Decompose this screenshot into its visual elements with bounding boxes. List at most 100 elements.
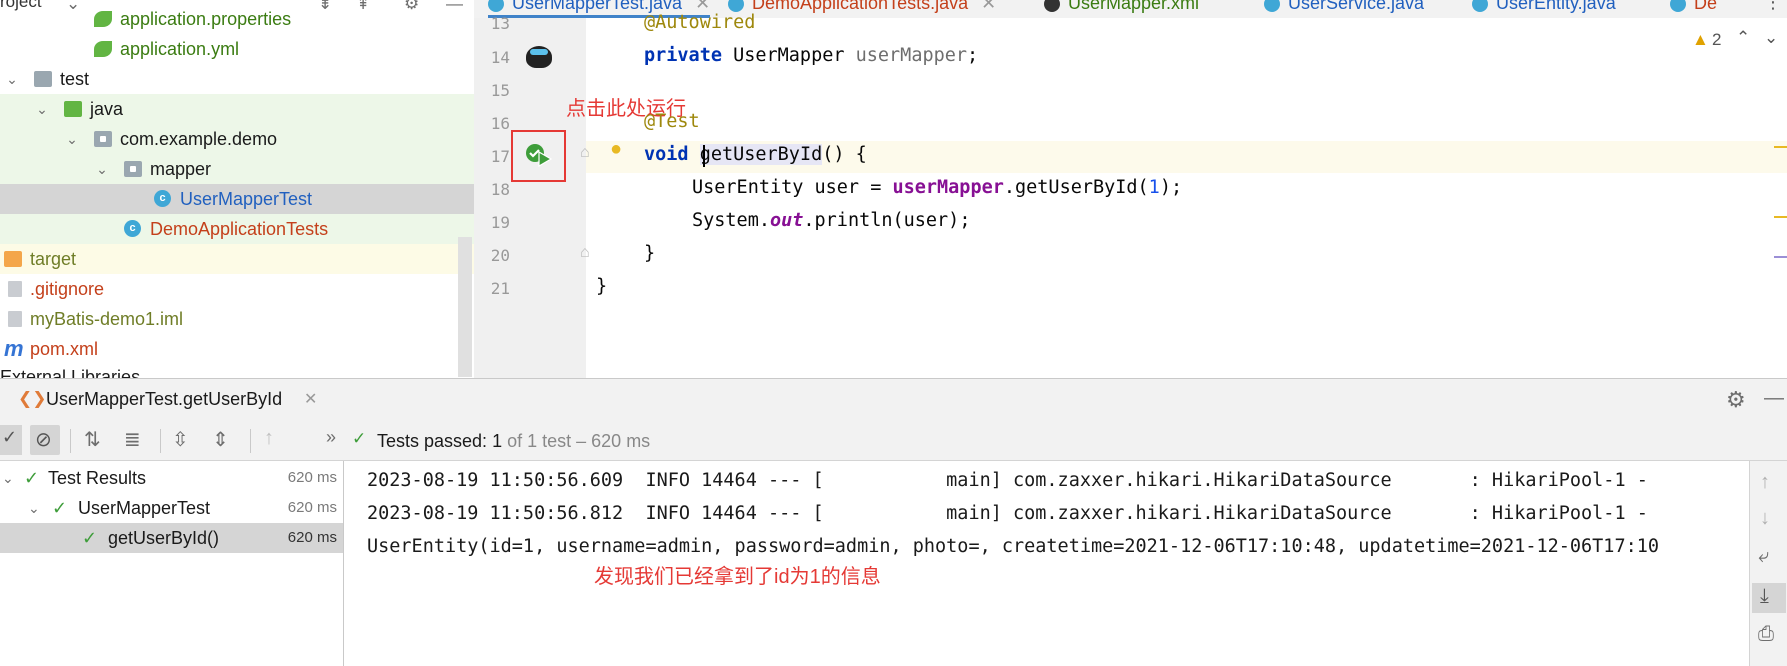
chevron-down-icon[interactable]: ⌄ [94,154,110,184]
tests-status: Tests passed: 1 of 1 test – 620 ms [377,431,650,452]
show-ignored-toggle[interactable]: ⊘ [30,425,60,455]
project-scrollbar[interactable] [458,237,472,377]
tree-item-pom[interactable]: m pom.xml [0,334,474,364]
expand-all-icon[interactable]: ⇳ [172,427,189,452]
package-icon [94,131,112,147]
show-passed-toggle[interactable]: ✓ [0,425,22,455]
warning-count[interactable]: 2 [1712,30,1721,50]
console-line: 2023-08-19 11:50:56.609 INFO 14464 --- [… [367,470,1648,491]
code-editor[interactable] [586,18,1787,378]
line-number: 18 [490,180,510,199]
stripe-marker[interactable] [1774,256,1787,258]
tree-item-label: com.example.demo [120,129,278,149]
spring-leaf-icon [94,41,112,57]
tab-label: DemoApplicationTests.java [752,0,969,13]
sort-duration-icon[interactable]: ≣ [124,427,141,452]
tree-item-com-example-demo[interactable]: ⌄ com.example.demo [0,124,474,154]
toolbar-separator [160,429,161,453]
tree-item-label: test [60,69,90,89]
tab-label: De [1694,0,1718,13]
code-line-21: } [596,276,607,297]
text-caret [703,145,705,167]
code-line-14: private UserMapper userMapper; [644,45,978,66]
close-icon[interactable]: ✕ [981,0,996,13]
tree-item-label: External Libraries [0,367,141,378]
tree-item-label: application.properties [120,9,292,29]
chevron-down-icon[interactable]: ⌄ [64,124,80,154]
soft-wrap-icon[interactable]: ⤶ [1758,545,1769,568]
tab-userservice-java[interactable]: UserService.java [1264,0,1424,18]
run-tab-label[interactable]: UserMapperTest.getUserById [46,389,282,410]
result-annotation: 发现我们已经拿到了id为1的信息 [594,566,881,588]
lightbulb-icon[interactable]: ● [610,138,622,161]
tree-item-demoapplicationtests[interactable]: c DemoApplicationTests [0,214,474,244]
minimize-icon[interactable]: — [1764,387,1784,410]
excluded-folder-icon [4,251,22,267]
tree-item-test[interactable]: ⌄ test [0,64,474,94]
tree-item-usermappertest[interactable]: c UserMapperTest [0,184,474,214]
java-class-icon [1264,0,1280,13]
mybatis-bird-icon[interactable] [526,46,552,68]
up-arrow-icon[interactable]: ↑ [1760,471,1770,494]
result-time: 620 ms [287,469,337,486]
tree-item-application-properties[interactable]: application.properties [0,4,474,34]
result-method[interactable]: ✓ getUserById() 620 ms [0,523,343,553]
tab-demoapplicationtests-java[interactable]: DemoApplicationTests.java ✕ [728,0,996,18]
print-icon[interactable]: ⎙ [1758,623,1774,646]
stripe-marker[interactable] [1774,146,1787,148]
result-label: Test Results [48,468,147,488]
tab-usermapper-xml[interactable]: UserMapper.xml [1044,0,1199,18]
scroll-to-end-toggle[interactable]: ⤓ [1752,583,1786,613]
fold-icon[interactable]: ⌂ [580,244,590,262]
tree-item-gitignore[interactable]: .gitignore [0,274,474,304]
sort-alpha-icon[interactable]: ⇅ [84,427,101,452]
line-number: 20 [490,246,510,265]
tree-item-java[interactable]: ⌄ java [0,94,474,124]
field-token: userMapper [855,45,968,66]
collapse-all-icon[interactable]: ⇕ [212,427,229,452]
result-class[interactable]: ⌄ ✓ UserMapperTest 620 ms [0,493,343,523]
previous-failed-icon[interactable]: ↑ [264,427,274,450]
tree-item-mapper[interactable]: ⌄ mapper [0,154,474,184]
code-token: UserEntity user = [692,177,893,198]
line-number: 14 [490,48,510,67]
tree-item-external-libraries[interactable]: External Libraries [0,362,474,378]
stripe-marker[interactable] [1774,216,1787,218]
tree-item-iml[interactable]: myBatis-demo1.iml [0,304,474,334]
chevron-down-icon[interactable]: ⌄ [34,94,50,124]
chevron-down-icon[interactable]: ⌄ [28,493,40,523]
check-icon: ✓ [2,427,18,447]
tree-item-application-yml[interactable]: application.yml [0,34,474,64]
line-number: 21 [490,279,510,298]
tree-item-target[interactable]: target [0,244,474,274]
code-token: .println(user); [803,210,971,231]
line-number: 13 [490,14,510,33]
tab-de[interactable]: De [1670,0,1717,18]
tree-item-label: target [30,249,77,269]
tab-label: UserEntity.java [1496,0,1616,13]
result-root[interactable]: ⌄ ✓ Test Results 620 ms [0,463,343,493]
ignored-file-icon [8,281,22,297]
module-file-icon [8,311,22,327]
console-output[interactable] [345,461,1749,666]
chevron-down-icon[interactable]: ⌄ [1764,28,1778,48]
check-icon: ✓ [352,429,367,448]
fold-icon[interactable]: ⌂ [580,144,590,162]
spring-leaf-icon [94,11,112,27]
folder-icon [34,71,52,87]
chevron-down-icon[interactable]: ⌄ [2,463,14,493]
code-line-20: } [644,243,655,264]
tab-userentity-java[interactable]: UserEntity.java [1472,0,1616,18]
gear-icon[interactable]: ⚙ [1726,387,1746,413]
more-tabs-icon[interactable]: ⋮ [1764,0,1782,13]
java-class-icon: c [124,220,141,237]
chevron-down-icon[interactable]: ⌄ [4,64,20,94]
down-arrow-icon[interactable]: ↓ [1760,507,1770,530]
chevron-up-icon[interactable]: ⌃ [1736,28,1750,48]
more-actions-icon[interactable]: » [326,427,336,448]
punct-token: } [644,243,656,264]
code-line-19: System.out.println(user); [692,210,970,231]
punct-token: } [596,276,608,297]
warning-icon[interactable]: ▲ [1692,30,1709,50]
close-icon[interactable]: ✕ [304,389,317,409]
